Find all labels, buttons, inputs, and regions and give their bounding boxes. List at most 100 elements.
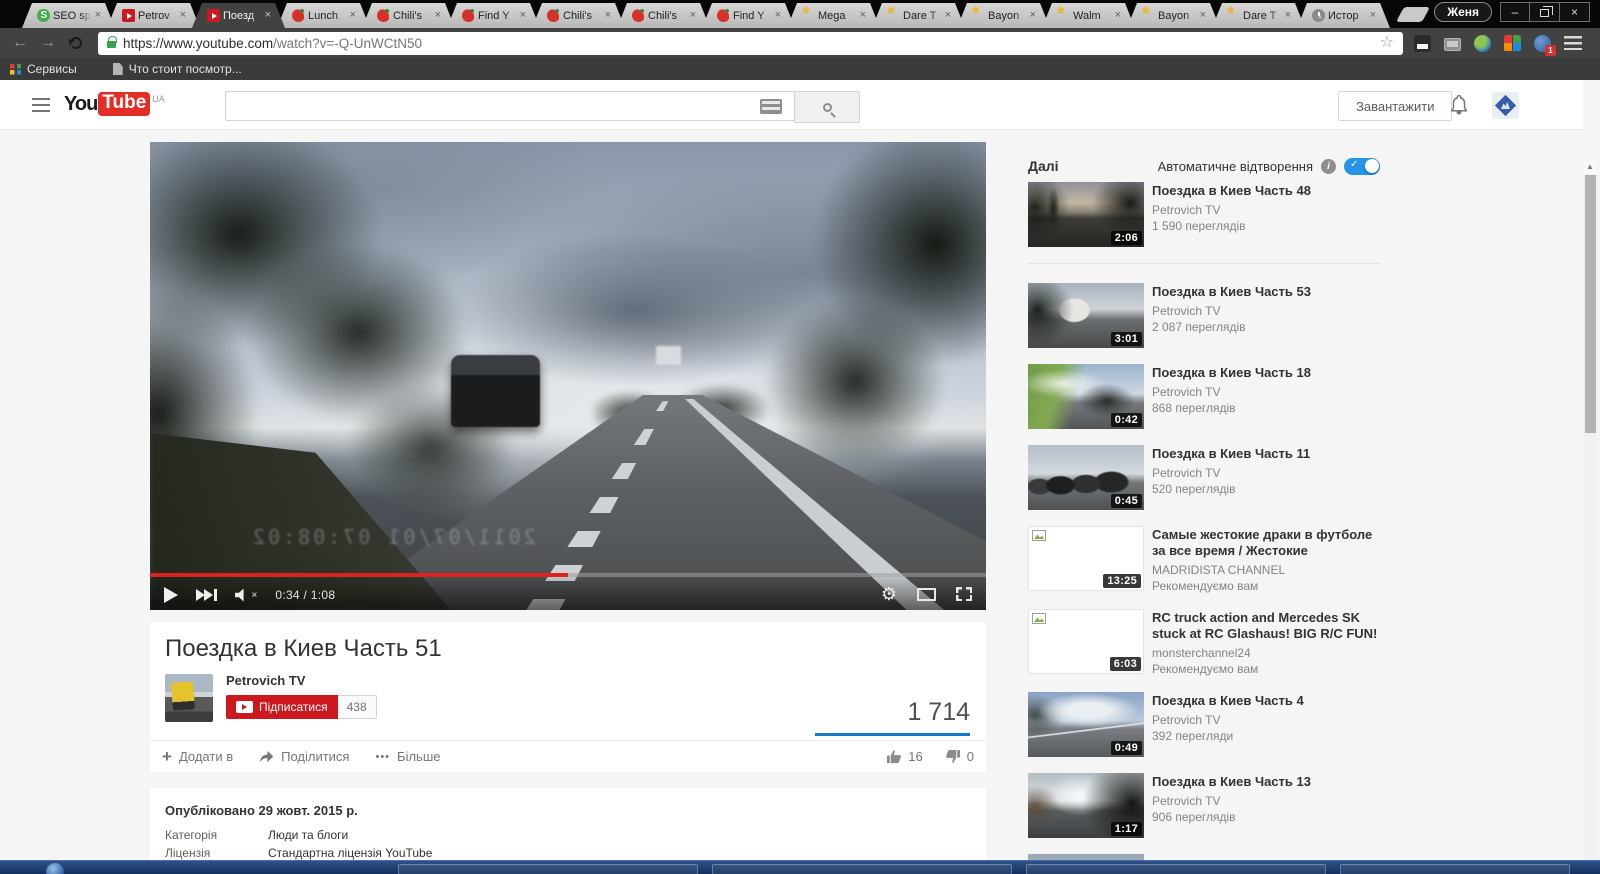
- video-player[interactable]: 2011/07/01 07:08:02 × 0:34 / 1:08 ⚙: [150, 142, 986, 610]
- keyboard-icon[interactable]: [760, 99, 782, 114]
- theater-mode-icon[interactable]: [917, 587, 936, 601]
- browser-tab[interactable]: Поезд ×: [192, 3, 285, 28]
- related-video[interactable]: 0:45 Поездка в Киев Часть 11 Petrovich T…: [1028, 445, 1380, 510]
- channel-avatar[interactable]: [165, 674, 213, 722]
- related-video-title[interactable]: Поездка в Киев Часть 53: [1152, 284, 1311, 300]
- browser-tab[interactable]: Chili's ×: [362, 3, 455, 28]
- related-video[interactable]: 13:25 Самые жестокие драки в футболе за …: [1028, 526, 1380, 593]
- browser-tab[interactable]: Bayon ×: [1127, 3, 1220, 28]
- tab-close-icon[interactable]: ×: [775, 10, 781, 21]
- tab-close-icon[interactable]: ×: [180, 10, 186, 21]
- video-thumbnail[interactable]: 13:25: [1028, 526, 1144, 591]
- next-button[interactable]: [196, 589, 217, 601]
- browser-tab[interactable]: Chili's ×: [532, 3, 625, 28]
- notifications-bell-icon[interactable]: [1450, 94, 1468, 120]
- share-button[interactable]: Поділитися: [259, 749, 349, 764]
- browser-tab[interactable]: Find Y ×: [702, 3, 795, 28]
- browser-tab[interactable]: Dare T ×: [1212, 3, 1305, 28]
- window-restore-button[interactable]: [1530, 2, 1560, 22]
- browser-profile-button[interactable]: Женя: [1434, 2, 1492, 22]
- video-thumbnail[interactable]: 6:03: [1028, 609, 1144, 674]
- youtube-logo[interactable]: You Tube UA: [64, 92, 165, 116]
- browser-tab[interactable]: Find Y ×: [447, 3, 540, 28]
- tab-close-icon[interactable]: ×: [860, 10, 866, 21]
- browser-tab[interactable]: Истор ×: [1297, 3, 1390, 28]
- guide-menu-icon[interactable]: [32, 98, 50, 112]
- url-path[interactable]: /watch?v=-Q-UnWCtN50: [273, 36, 422, 51]
- tab-close-icon[interactable]: ×: [1285, 10, 1291, 21]
- scrollbar-up-arrow[interactable]: ▲: [1583, 160, 1597, 174]
- tab-close-icon[interactable]: ×: [95, 10, 101, 21]
- related-video-title[interactable]: RC truck action and Mercedes SK stuck at…: [1152, 610, 1380, 642]
- tab-close-icon[interactable]: ×: [1200, 10, 1206, 21]
- tab-close-icon[interactable]: ×: [945, 10, 951, 21]
- extension-icon-5[interactable]: 1: [1534, 34, 1556, 56]
- page-scrollbar[interactable]: ▲ ▼: [1583, 160, 1597, 860]
- video-thumbnail[interactable]: 0:45: [1028, 445, 1144, 510]
- search-button[interactable]: [794, 91, 860, 123]
- related-video-title[interactable]: Поездка в Киев Часть 13: [1152, 774, 1311, 790]
- detail-value[interactable]: Стандартна ліцензія YouTube: [268, 846, 432, 860]
- related-video[interactable]: 0:49 Поездка в Киев Часть 4 Petrovich TV…: [1028, 692, 1380, 757]
- bookmark-star-icon[interactable]: ☆: [1380, 35, 1394, 51]
- progress-bar[interactable]: [150, 573, 986, 577]
- tab-close-icon[interactable]: ×: [520, 10, 526, 21]
- url-host[interactable]: https://www.youtube.com: [123, 36, 273, 51]
- video-thumbnail[interactable]: 1:17: [1028, 773, 1144, 838]
- tab-close-icon[interactable]: ×: [1030, 10, 1036, 21]
- info-icon[interactable]: i: [1321, 158, 1336, 174]
- bookmark-apps[interactable]: Сервисы: [10, 62, 77, 76]
- video-thumbnail[interactable]: 2:06: [1028, 182, 1144, 247]
- tab-close-icon[interactable]: ×: [350, 10, 356, 21]
- detail-value[interactable]: Люди та блоги: [268, 828, 348, 842]
- settings-gear-icon[interactable]: ⚙: [881, 585, 897, 603]
- new-tab-button[interactable]: [1396, 7, 1431, 22]
- account-avatar[interactable]: [1492, 92, 1519, 119]
- like-button[interactable]: 16: [886, 749, 923, 764]
- window-minimize-button[interactable]: –: [1500, 2, 1530, 22]
- autoplay-toggle[interactable]: [1344, 157, 1380, 175]
- taskbar-button[interactable]: [398, 864, 698, 874]
- back-button[interactable]: ←: [12, 35, 28, 51]
- extension-icon-2[interactable]: [1444, 37, 1461, 51]
- tab-close-icon[interactable]: ×: [1370, 10, 1376, 21]
- browser-menu-button[interactable]: [1564, 36, 1582, 50]
- browser-tab[interactable]: Petrov ×: [107, 3, 200, 28]
- related-video-title[interactable]: Поездка в Киев Часть 4: [1152, 693, 1304, 709]
- add-to-button[interactable]: + Додати в: [162, 748, 233, 765]
- browser-tab[interactable]: Walm ×: [1042, 3, 1135, 28]
- browser-tab[interactable]: Dare T ×: [872, 3, 965, 28]
- related-video[interactable]: 3:01 Поездка в Киев Часть 53 Petrovich T…: [1028, 283, 1380, 348]
- search-input[interactable]: [225, 91, 795, 121]
- more-button[interactable]: ••• Більше: [375, 749, 440, 764]
- address-bar[interactable]: https://www.youtube.com /watch?v=-Q-UnWC…: [98, 31, 1403, 55]
- upload-button[interactable]: Завантажити: [1338, 91, 1453, 121]
- extension-icon-1[interactable]: [1414, 34, 1431, 52]
- browser-tab[interactable]: Chili's ×: [617, 3, 710, 28]
- forward-button[interactable]: →: [40, 35, 56, 51]
- browser-tab[interactable]: SEO sp ×: [22, 3, 115, 28]
- related-video[interactable]: 0:42 Поездка в Киев Часть 18 Petrovich T…: [1028, 364, 1380, 429]
- tab-close-icon[interactable]: ×: [605, 10, 611, 21]
- taskbar-button[interactable]: [1340, 864, 1570, 874]
- extension-icon-3[interactable]: [1474, 34, 1491, 52]
- related-video[interactable]: 6:03 RC truck action and Mercedes SK stu…: [1028, 609, 1380, 676]
- refresh-button[interactable]: [70, 37, 82, 49]
- video-thumbnail[interactable]: 0:42: [1028, 364, 1144, 429]
- volume-muted-icon[interactable]: ×: [234, 588, 257, 602]
- bookmark-item[interactable]: Что стоит посмотр...: [112, 62, 242, 76]
- subscribe-button[interactable]: Підписатися: [226, 695, 338, 719]
- https-lock-icon[interactable]: [107, 36, 117, 48]
- dislike-button[interactable]: 0: [945, 749, 974, 764]
- scrollbar-thumb[interactable]: [1584, 175, 1596, 433]
- tab-close-icon[interactable]: ×: [435, 10, 441, 21]
- channel-name[interactable]: Petrovich TV: [226, 673, 305, 688]
- video-thumbnail[interactable]: 0:49: [1028, 692, 1144, 757]
- video-thumbnail[interactable]: 3:01: [1028, 283, 1144, 348]
- browser-tab[interactable]: Mega ×: [787, 3, 880, 28]
- taskbar-button[interactable]: [1026, 864, 1326, 874]
- tab-close-icon[interactable]: ×: [1115, 10, 1121, 21]
- start-button[interactable]: [46, 863, 64, 874]
- browser-tab[interactable]: Lunch ×: [277, 3, 370, 28]
- related-video-title[interactable]: Поездка в Киев Часть 18: [1152, 365, 1311, 381]
